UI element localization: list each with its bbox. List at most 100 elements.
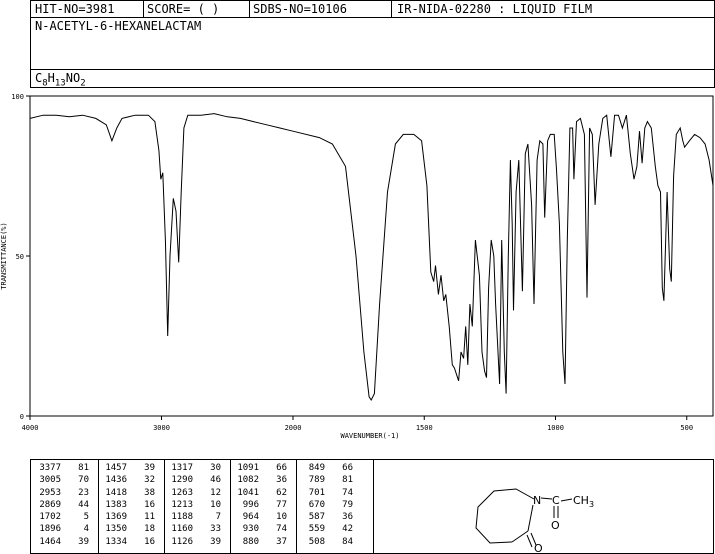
peak-row: 1317 30 xyxy=(167,462,227,474)
peak-transmittance: 79 xyxy=(342,499,353,510)
atom-o-acetyl: O xyxy=(551,519,560,532)
score: SCORE= ( ) xyxy=(147,2,220,16)
peak-row: 1350 18 xyxy=(101,523,161,535)
peak-wavenumber: 1317 xyxy=(171,463,193,473)
structure-box: N C CH3 O O xyxy=(372,459,714,554)
x-axis-label: WAVENUMBER(-1) xyxy=(340,432,399,440)
peak-wavenumber: 1457 xyxy=(105,463,127,473)
peak-transmittance: 46 xyxy=(210,475,221,486)
peak-wavenumber: 1213 xyxy=(171,499,193,510)
peak-row: 1041 62 xyxy=(233,487,293,499)
transmittance-trace xyxy=(29,113,714,402)
ring-bond xyxy=(527,504,534,532)
peak-wavenumber: 587 xyxy=(308,512,325,523)
peak-wavenumber: 1188 xyxy=(171,512,193,523)
peak-wavenumber: 1350 xyxy=(105,524,127,535)
peak-column-divider xyxy=(164,460,165,553)
peak-transmittance: 4 xyxy=(83,524,89,535)
atom-ch: CH xyxy=(573,494,589,507)
peak-row: 1263 12 xyxy=(167,487,227,499)
ir-spectrum-chart: 4000 3000 2000 1500 1000 500100500 WAVENUMBER… xyxy=(0,93,714,440)
peak-row: 1702 5 xyxy=(35,511,95,523)
peak-column-divider xyxy=(230,460,231,553)
peak-transmittance: 30 xyxy=(210,463,221,473)
peak-row: 964 10 xyxy=(233,511,293,523)
peak-row: 2869 44 xyxy=(35,499,95,511)
peak-wavenumber: 964 xyxy=(242,512,259,523)
peak-row: 1464 39 xyxy=(35,536,95,548)
x-tick-label: 1500 xyxy=(416,424,433,432)
peak-transmittance: 84 xyxy=(342,536,353,547)
peak-wavenumber: 1290 xyxy=(171,475,193,486)
peak-wavenumber: 1334 xyxy=(105,536,127,547)
peak-row: 670 79 xyxy=(299,499,359,511)
peak-row: 789 81 xyxy=(299,474,359,486)
peak-row: 2953 23 xyxy=(35,487,95,499)
peak-transmittance: 16 xyxy=(144,536,155,547)
peak-transmittance: 37 xyxy=(276,536,287,547)
peak-table: 3377 81 3005 70 2953 23 2869 44 1702 5 1896 4 1464 39… xyxy=(30,459,374,554)
peak-transmittance: 81 xyxy=(342,475,353,486)
peak-column-divider xyxy=(98,460,99,553)
peak-wavenumber: 1263 xyxy=(171,487,193,498)
peak-transmittance: 62 xyxy=(276,487,287,498)
peak-row: 1457 39 xyxy=(101,462,161,474)
peak-transmittance: 18 xyxy=(144,524,155,535)
peak-wavenumber: 1896 xyxy=(39,524,61,535)
x-tick-label: 4000 xyxy=(22,424,39,432)
peak-wavenumber: 3377 xyxy=(39,463,61,473)
compound-name-box: N-ACETYL-6-HEXANELACTAM xyxy=(30,17,715,70)
peak-column: 1317 30 1290 46 1263 12 1213 10 1188 7 1160 33 1126 3… xyxy=(167,462,227,548)
peak-transmittance: 74 xyxy=(276,524,287,535)
y-tick-label: 50 xyxy=(16,253,24,261)
peak-wavenumber: 1436 xyxy=(105,475,127,486)
peak-wavenumber: 2953 xyxy=(39,487,61,498)
peak-transmittance: 74 xyxy=(342,487,353,498)
y-axis-label: TRANSMITTANCE(%) xyxy=(0,222,8,289)
molecular-formula: C8H13NO2 xyxy=(35,71,86,88)
atom-ch3-subscript: 3 xyxy=(589,500,594,509)
peak-wavenumber: 996 xyxy=(242,499,259,510)
c-ch3-bond xyxy=(560,498,573,502)
peak-row: 1082 36 xyxy=(233,474,293,486)
peak-row: 1436 32 xyxy=(101,474,161,486)
peak-column: 849 66 789 81 701 74 670 79 587 36 559 42 508 84 xyxy=(299,462,359,548)
peak-wavenumber: 1091 xyxy=(237,463,259,473)
peak-transmittance: 42 xyxy=(342,524,353,535)
atom-n: N xyxy=(533,494,541,507)
atom-ch3: CH3 xyxy=(573,494,594,509)
peak-wavenumber: 930 xyxy=(242,524,259,535)
peak-wavenumber: 508 xyxy=(308,536,325,547)
peak-wavenumber: 1082 xyxy=(237,475,259,486)
peak-column: 1457 39 1436 32 1418 38 1383 16 1369 11 1350 18 1334… xyxy=(101,462,161,548)
peak-row: 849 66 xyxy=(299,462,359,474)
peak-row: 1213 10 xyxy=(167,499,227,511)
peak-row: 1418 38 xyxy=(101,487,161,499)
atom-c: C xyxy=(552,494,560,507)
peak-row: 880 37 xyxy=(233,536,293,548)
peak-row: 3005 70 xyxy=(35,474,95,486)
peak-transmittance: 38 xyxy=(144,487,155,498)
x-tick-label: 2000 xyxy=(285,424,302,432)
peak-wavenumber: 3005 xyxy=(39,475,61,486)
peak-transmittance: 33 xyxy=(210,524,221,535)
x-tick-label: 3000 xyxy=(153,424,170,432)
x-tick-label: 1000 xyxy=(547,424,564,432)
peak-transmittance: 44 xyxy=(78,499,89,510)
peak-transmittance: 10 xyxy=(210,499,221,510)
peak-row: 930 74 xyxy=(233,523,293,535)
peak-wavenumber: 1369 xyxy=(105,512,127,523)
peak-transmittance: 10 xyxy=(276,512,287,523)
peak-wavenumber: 1126 xyxy=(171,536,193,547)
compound-name: N-ACETYL-6-HEXANELACTAM xyxy=(35,19,202,33)
peak-row: 587 36 xyxy=(299,511,359,523)
carbonyl-bond xyxy=(526,534,533,548)
peak-row: 1188 7 xyxy=(167,511,227,523)
divider xyxy=(391,1,392,17)
peak-column: 3377 81 3005 70 2953 23 2869 44 1702 5 1896 4 1464 39 xyxy=(35,462,95,548)
peak-row: 3377 81 xyxy=(35,462,95,474)
peak-transmittance: 36 xyxy=(342,512,353,523)
peak-transmittance: 12 xyxy=(210,487,221,498)
chart-ticks: 4000 3000 2000 1500 1000 500100500 xyxy=(11,93,693,432)
hit-number: HIT-NO=3981 xyxy=(35,2,115,16)
